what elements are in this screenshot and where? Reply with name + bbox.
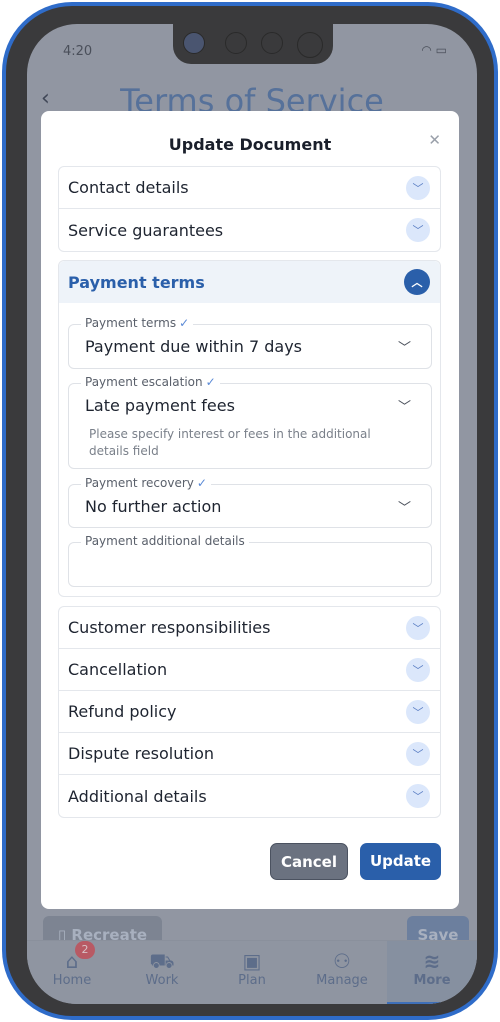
chevron-down-icon: ﹀ bbox=[406, 741, 430, 766]
nav-plan[interactable]: ▣ Plan bbox=[207, 941, 297, 1004]
nav-manage[interactable]: ⚇ Manage bbox=[297, 941, 387, 1004]
payment-additional-details-input[interactable]: Payment additional details bbox=[68, 534, 432, 587]
home-icon: ⌂ bbox=[65, 949, 79, 973]
update-document-modal: Update Document ✕ Contact details ﹀ Servi… bbox=[41, 111, 459, 909]
accordion-customer-responsibilities[interactable]: Customer responsibilities ﹀ bbox=[59, 607, 440, 649]
layers-icon: ≋ bbox=[423, 949, 441, 973]
close-icon[interactable]: ✕ bbox=[428, 131, 441, 149]
people-icon: ⚇ bbox=[333, 949, 351, 973]
chevron-down-icon: ﹀ bbox=[397, 341, 411, 356]
accordion-group-top: Contact details ﹀ Service guarantees ﹀ bbox=[58, 166, 441, 252]
payment-recovery-select[interactable]: Payment recovery ✓ No further action ﹀ bbox=[68, 476, 432, 528]
sensor-icon bbox=[225, 32, 247, 54]
check-icon: ✓ bbox=[196, 476, 207, 490]
accordion-group-bottom: Customer responsibilities ﹀ Cancellation ﹀… bbox=[58, 606, 441, 818]
accordion-cancellation[interactable]: Cancellation ﹀ bbox=[59, 649, 440, 691]
sensor-icon bbox=[297, 32, 323, 58]
chevron-up-icon: ︿ bbox=[404, 269, 430, 295]
accordion-contact-details[interactable]: Contact details ﹀ bbox=[59, 167, 440, 209]
accordion-dispute-resolution[interactable]: Dispute resolution ﹀ bbox=[59, 733, 440, 775]
payment-terms-select[interactable]: Payment terms ✓ Payment due within 7 days… bbox=[68, 316, 432, 369]
payment-escalation-select[interactable]: Payment escalation ✓ Late payment fees ﹀ … bbox=[68, 375, 432, 469]
chevron-down-icon: ﹀ bbox=[406, 218, 430, 242]
helper-text: Please specify interest or fees in the a… bbox=[89, 427, 371, 458]
chevron-down-icon: ﹀ bbox=[406, 699, 430, 724]
calendar-check-icon: ▣ bbox=[242, 949, 262, 973]
accordion-payment-terms: Payment terms ︿ Payment terms ✓ Payment du… bbox=[58, 260, 441, 597]
nav-work[interactable]: ⛟ Work bbox=[117, 941, 207, 1004]
chevron-down-icon: ﹀ bbox=[406, 657, 430, 682]
battery-icon: ▭ bbox=[435, 43, 447, 57]
chevron-down-icon: ﹀ bbox=[397, 400, 411, 415]
truck-icon: ⛟ bbox=[149, 949, 175, 973]
status-time: 4:20 bbox=[63, 44, 93, 59]
notification-badge: 2 bbox=[75, 941, 95, 959]
chevron-down-icon: ﹀ bbox=[406, 615, 430, 640]
update-button[interactable]: Update bbox=[360, 843, 441, 880]
wifi-icon: ◠ bbox=[421, 43, 432, 57]
bottom-nav: ⌂ 2 Home ⛟ Work ▣ Plan ⚇ Manage ≋ More bbox=[27, 940, 477, 1004]
status-icons: ◠ ▭ bbox=[421, 43, 447, 57]
payment-terms-header[interactable]: Payment terms ︿ bbox=[59, 261, 440, 303]
nav-home[interactable]: ⌂ 2 Home bbox=[27, 941, 117, 1004]
accordion-additional-details[interactable]: Additional details ﹀ bbox=[59, 775, 440, 817]
accordion-service-guarantees[interactable]: Service guarantees ﹀ bbox=[59, 209, 440, 251]
nav-more[interactable]: ≋ More bbox=[387, 941, 477, 1004]
chevron-down-icon: ﹀ bbox=[406, 784, 430, 808]
camera-icon bbox=[183, 32, 205, 54]
accordion-refund-policy[interactable]: Refund policy ﹀ bbox=[59, 691, 440, 733]
notch bbox=[173, 24, 333, 64]
chevron-down-icon: ﹀ bbox=[397, 501, 411, 516]
chevron-down-icon: ﹀ bbox=[406, 175, 430, 200]
modal-title: Update Document bbox=[168, 135, 332, 154]
check-icon: ✓ bbox=[179, 316, 190, 330]
check-icon: ✓ bbox=[205, 375, 216, 389]
sensor-icon bbox=[261, 32, 283, 54]
cancel-button[interactable]: Cancel bbox=[270, 843, 348, 880]
